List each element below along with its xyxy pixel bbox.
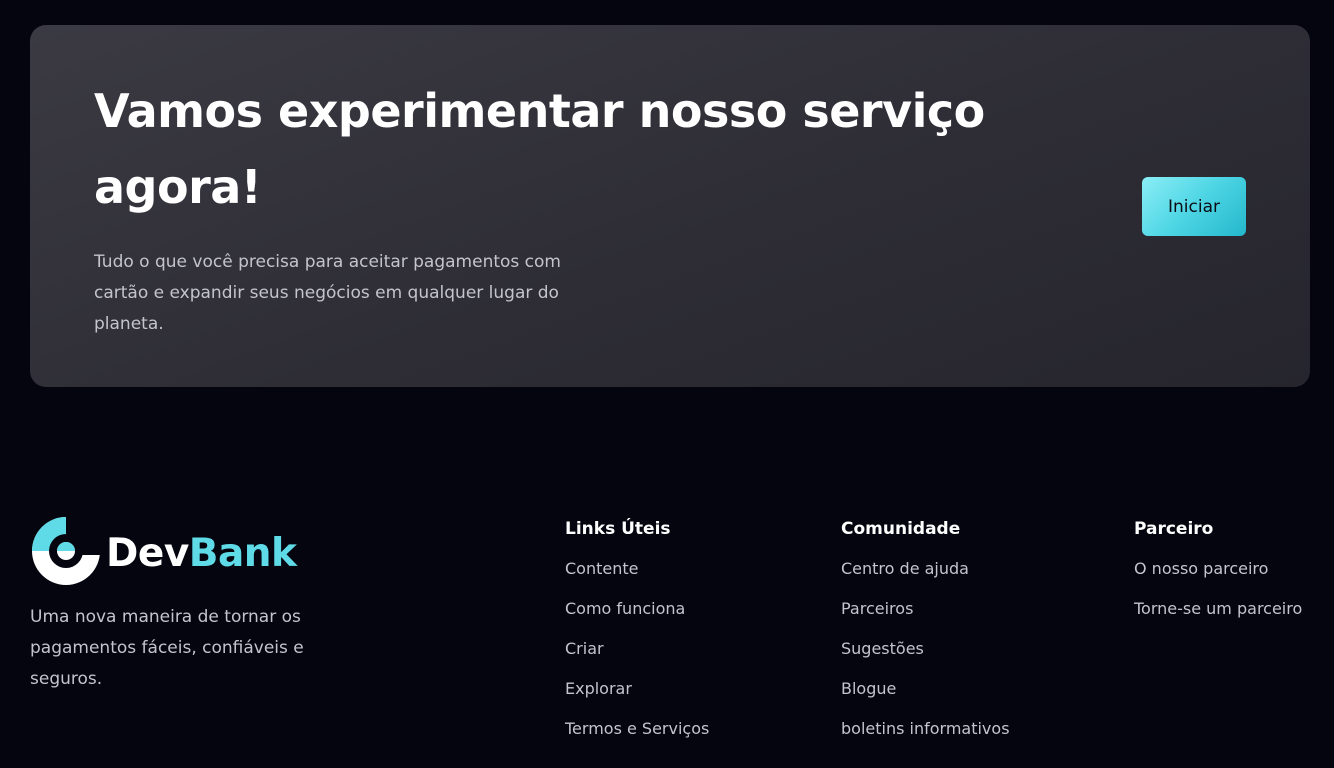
devbank-logo[interactable]: DevBank: [30, 515, 310, 587]
footer-link-termos[interactable]: Termos e Serviços: [565, 715, 709, 743]
devbank-logo-icon: [32, 515, 102, 585]
start-button[interactable]: Iniciar: [1142, 177, 1246, 236]
brand-name: DevBank: [106, 529, 297, 579]
cta-description: Tudo o que você precisa para aceitar pag…: [94, 252, 561, 334]
footer-link-como-funciona[interactable]: Como funciona: [565, 595, 709, 623]
footer-link-boletins[interactable]: boletins informativos: [841, 715, 1010, 743]
cta-title: Vamos experimentar nosso serviço agora!: [94, 84, 985, 214]
footer-link-parceiros[interactable]: Parceiros: [841, 595, 1010, 623]
brand-name-bank: Bank: [188, 531, 297, 576]
footer-link-nosso-parceiro[interactable]: O nosso parceiro: [1134, 555, 1302, 583]
footer-link-centro-de-ajuda[interactable]: Centro de ajuda: [841, 555, 1010, 583]
footer-link-torne-se-parceiro[interactable]: Torne-se um parceiro: [1134, 595, 1302, 623]
footer-column-parceiro: Parceiro O nosso parceiro Torne-se um pa…: [1134, 515, 1302, 635]
footer-column-title: Comunidade: [841, 519, 961, 539]
footer-link-criar[interactable]: Criar: [565, 635, 709, 663]
footer-column-title: Links Úteis: [565, 519, 671, 539]
footer-link-blogue[interactable]: Blogue: [841, 675, 1010, 703]
brand-name-dev: Dev: [106, 531, 189, 576]
footer-link-contente[interactable]: Contente: [565, 555, 709, 583]
brand-description: Uma nova maneira de tornar os pagamentos…: [30, 607, 304, 689]
footer-column-title: Parceiro: [1134, 519, 1214, 539]
footer-column-links-uteis: Links Úteis Contente Como funciona Criar…: [565, 515, 709, 755]
footer-column-comunidade: Comunidade Centro de ajuda Parceiros Sug…: [841, 515, 1010, 755]
footer-link-sugestoes[interactable]: Sugestões: [841, 635, 1010, 663]
cta-banner: Vamos experimentar nosso serviço agora! …: [30, 25, 1310, 387]
footer-link-explorar[interactable]: Explorar: [565, 675, 709, 703]
